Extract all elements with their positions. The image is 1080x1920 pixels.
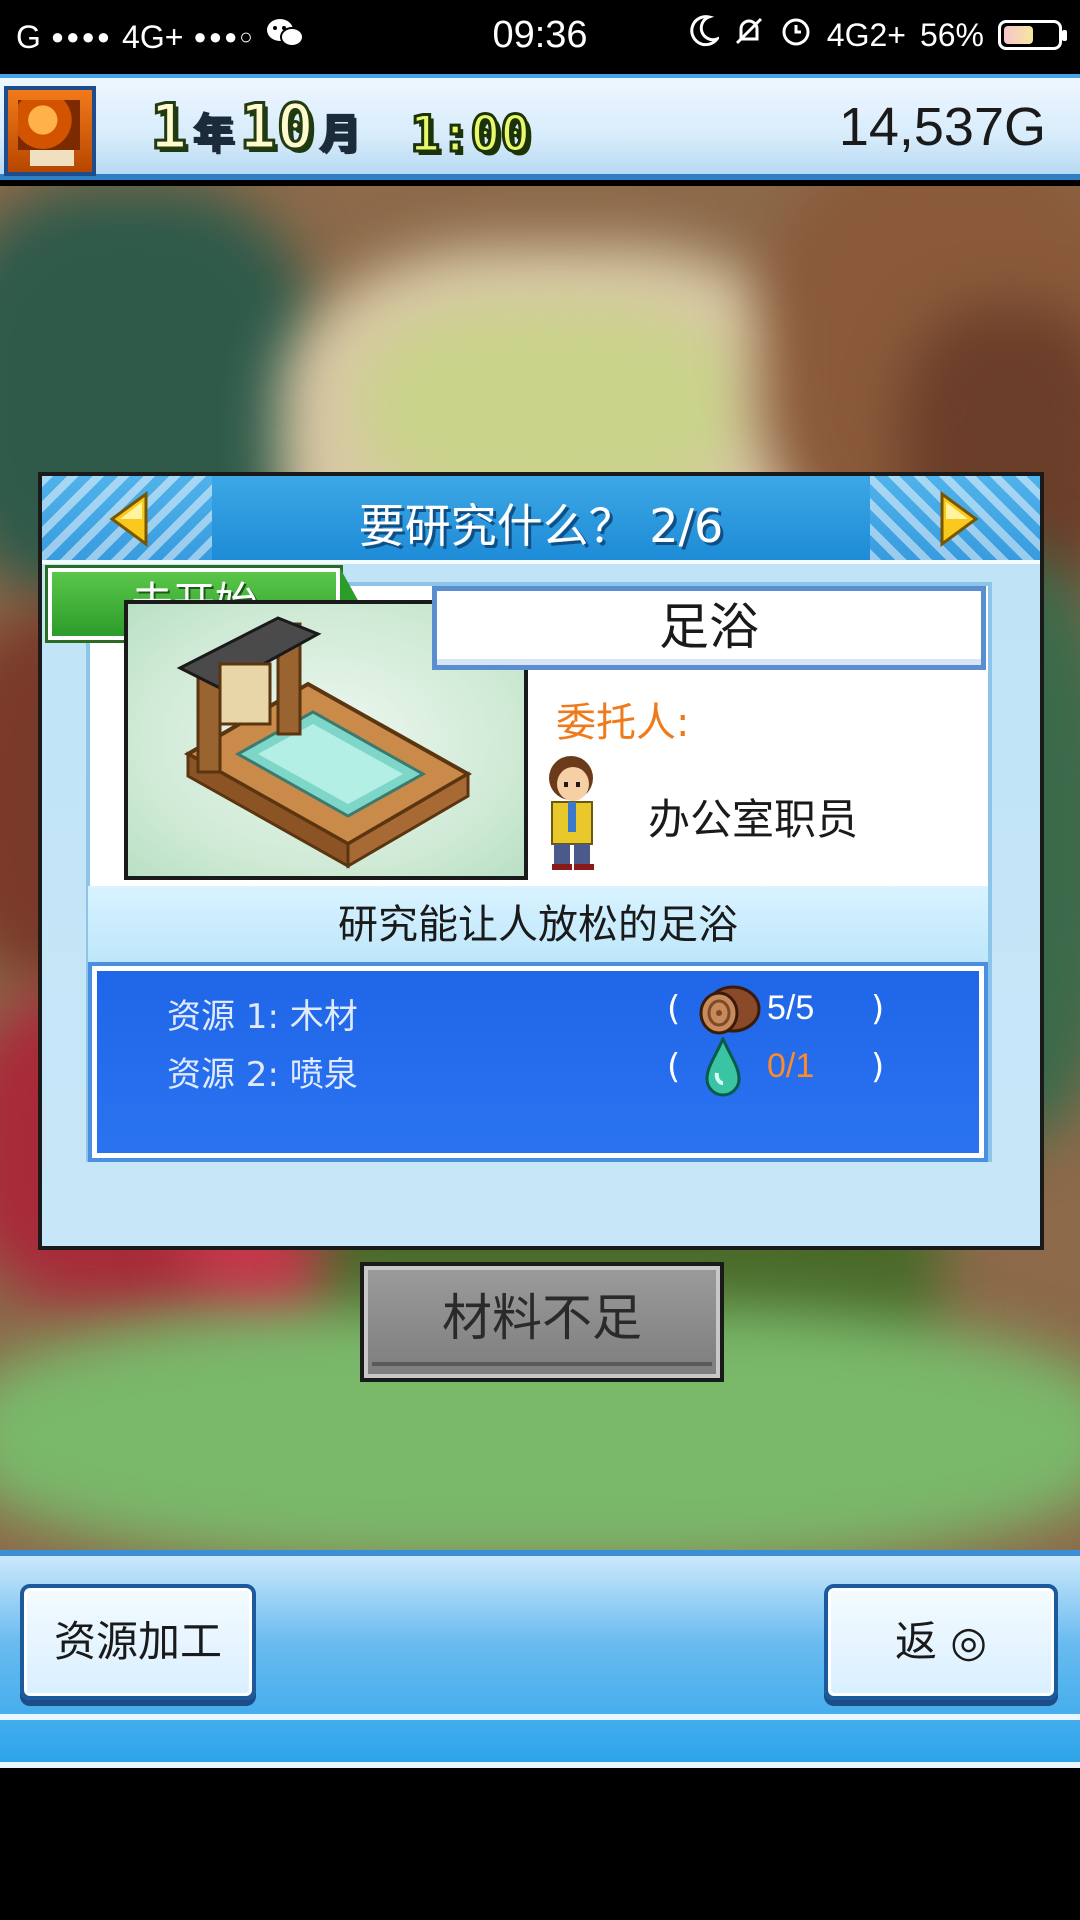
item-name-box: 足浴 xyxy=(432,586,986,670)
paren-close: ) xyxy=(871,1047,885,1087)
navigation-area xyxy=(0,1768,1080,1920)
office-worker-character-icon xyxy=(538,752,604,872)
resource-quantity: 5/5 xyxy=(767,989,815,1027)
water-drop-icon xyxy=(693,1035,763,1101)
battery-percent: 56% xyxy=(919,16,984,53)
game-top-bar: 1 年 10 月 1:00 14,537G xyxy=(0,74,1080,180)
game-date: 1 年 10 月 1:00 xyxy=(148,89,531,165)
game-clock: 1:00 xyxy=(408,104,531,165)
system-status-bar: G ●●●● 4G+ ●●●○ 09:36 4G2+ 56% xyxy=(0,0,1080,72)
wood-log-icon xyxy=(693,979,763,1043)
resource-label: 资源 1: 木材 xyxy=(167,997,358,1037)
client-label: 委托人: xyxy=(556,700,690,746)
insufficient-materials-button[interactable]: 材料不足 xyxy=(360,1262,724,1382)
gold-amount: 14,537G xyxy=(838,97,1046,157)
resource-row-1: 资源 1: 木材 ( 5/5 ) xyxy=(167,985,887,1039)
item-description: 研究能让人放松的足浴 xyxy=(88,886,988,964)
paren-open: ( xyxy=(667,1047,681,1087)
dialog-title: 要研究什么？ 2/6 xyxy=(358,499,724,553)
alarm-icon xyxy=(779,14,813,56)
resource-label: 资源 2: 喷泉 xyxy=(167,1055,358,1095)
town-avatar-icon[interactable] xyxy=(4,86,96,176)
return-button[interactable]: 返 ◎ xyxy=(824,1584,1058,1700)
network-label-2: 4G2+ xyxy=(826,16,906,53)
next-arrow-icon[interactable] xyxy=(938,490,982,548)
moon-icon xyxy=(689,15,721,55)
month-number: 10 xyxy=(238,89,316,165)
resource-list: 资源 1: 木材 ( 5/5 ) 资源 2: 喷泉 ( 0/1 ) xyxy=(92,966,984,1158)
year-number: 1 xyxy=(148,89,188,165)
paren-close: ) xyxy=(871,989,885,1029)
client-name: 办公室职员 xyxy=(648,795,859,844)
resource-processing-button[interactable]: 资源加工 xyxy=(20,1584,256,1700)
battery-level-fill xyxy=(1004,26,1033,44)
menu-divider xyxy=(0,1714,1080,1720)
dialog-header: 要研究什么？ 2/6 xyxy=(42,476,1040,564)
resource-row-2: 资源 2: 喷泉 ( 0/1 ) xyxy=(167,1035,887,1097)
paren-open: ( xyxy=(667,989,681,1029)
month-unit: 月 xyxy=(319,110,361,158)
battery-icon xyxy=(998,20,1067,50)
year-unit: 年 xyxy=(192,110,234,158)
resource-quantity: 0/1 xyxy=(767,1047,815,1085)
status-right: 4G2+ 56% xyxy=(689,14,1067,56)
mute-bell-icon xyxy=(733,15,765,55)
bottom-menu-bar: 资源加工 返 ◎ xyxy=(0,1550,1080,1768)
